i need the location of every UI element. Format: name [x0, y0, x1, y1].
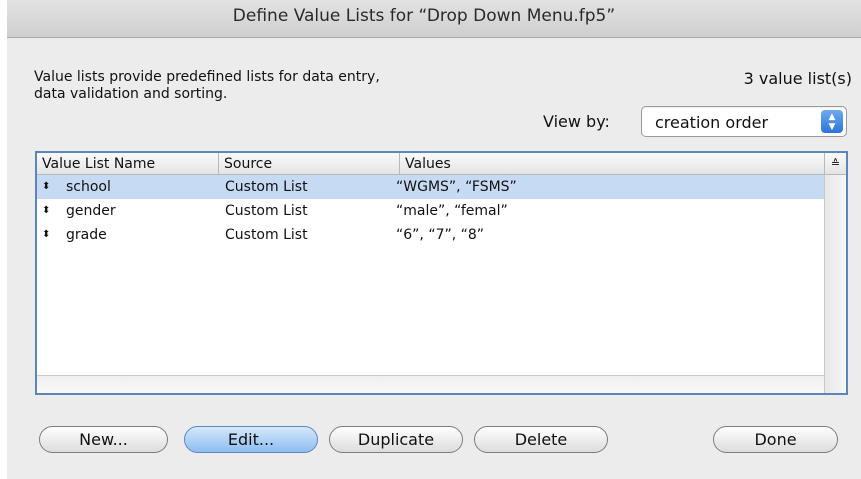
column-header-source[interactable]: Source — [219, 153, 400, 175]
value-list-values: “6”, “7”, “8” — [396, 227, 485, 243]
description-text: Value lists provide predefined lists for… — [34, 69, 380, 102]
edit-button[interactable]: Edit... — [184, 426, 318, 453]
window-title: Define Value Lists for “Drop Down Menu.f… — [232, 6, 616, 26]
value-list-name: grade — [66, 227, 107, 243]
sort-icon[interactable]: ≙ — [825, 153, 846, 175]
select-arrows-icon: ▲ ▼ — [821, 110, 843, 133]
view-by-select[interactable]: creation order ▲ ▼ — [641, 106, 847, 137]
duplicate-button[interactable]: Duplicate — [329, 426, 463, 453]
value-lists-table: Value List Name Source Values ≙ ⬍ school… — [35, 151, 848, 395]
new-button[interactable]: New... — [39, 426, 168, 453]
updown-arrows-icon[interactable]: ⬍ — [42, 177, 52, 197]
view-by-selected-value: creation order — [655, 113, 769, 132]
define-value-lists-dialog: Define Value Lists for “Drop Down Menu.f… — [7, 0, 861, 479]
value-list-count: 3 value list(s) — [743, 69, 852, 88]
column-header-values[interactable]: Values — [400, 153, 825, 175]
table-row[interactable]: ⬍ school Custom List “WGMS”, “FSMS” — [37, 175, 824, 199]
table-row[interactable]: ⬍ grade Custom List “6”, “7”, “8” — [37, 223, 824, 247]
value-list-source: Custom List — [225, 179, 308, 195]
updown-arrows-icon[interactable]: ⬍ — [42, 225, 52, 245]
column-header-name[interactable]: Value List Name — [37, 153, 219, 175]
value-list-values: “WGMS”, “FSMS” — [396, 179, 517, 195]
value-list-name: gender — [66, 203, 116, 219]
title-bar[interactable]: Define Value Lists for “Drop Down Menu.f… — [7, 0, 861, 38]
table-body: ⬍ school Custom List “WGMS”, “FSMS” ⬍ ge… — [37, 175, 824, 375]
value-list-name: school — [66, 179, 111, 195]
horizontal-scrollbar[interactable] — [37, 375, 824, 393]
value-list-values: “male”, “femal” — [396, 203, 508, 219]
view-by-label: View by: — [543, 112, 610, 131]
updown-arrows-icon[interactable]: ⬍ — [42, 201, 52, 221]
value-list-source: Custom List — [225, 227, 308, 243]
vertical-scrollbar[interactable] — [824, 175, 846, 393]
done-button[interactable]: Done — [713, 426, 838, 453]
delete-button[interactable]: Delete — [474, 426, 608, 453]
value-list-source: Custom List — [225, 203, 308, 219]
table-header: Value List Name Source Values ≙ — [37, 153, 846, 175]
table-row[interactable]: ⬍ gender Custom List “male”, “femal” — [37, 199, 824, 223]
